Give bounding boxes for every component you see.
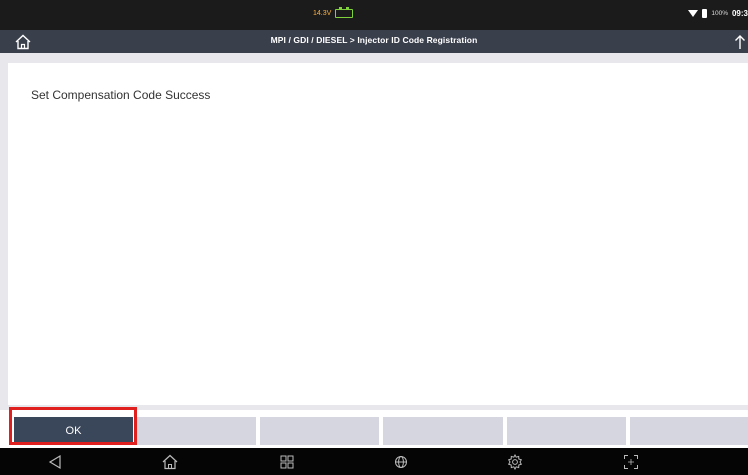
status-bar: 14.3V 100% 09:3 [0, 0, 748, 30]
function-button-bar: OK [0, 410, 748, 448]
message-panel: Set Compensation Code Success [8, 63, 748, 405]
system-status: 100% 09:3 [688, 9, 748, 18]
nav-back-button[interactable] [45, 452, 65, 472]
settings-icon [507, 454, 523, 470]
device-battery-icon [702, 9, 708, 18]
function-button-5[interactable] [507, 417, 626, 445]
clock: 09:3 [731, 9, 748, 18]
home-icon [162, 454, 178, 470]
recent-apps-icon [280, 455, 294, 469]
result-message: Set Compensation Code Success [31, 88, 211, 102]
diagnostic-screen: 14.3V 100% 09:3 MPI / GDI / DIESEL > Inj… [0, 0, 748, 475]
car-battery-icon [335, 7, 354, 18]
header-bar: MPI / GDI / DIESEL > Injector ID Code Re… [0, 30, 748, 53]
battery-percent: 100% [711, 10, 728, 17]
wifi-icon [688, 10, 699, 17]
function-button-6[interactable] [630, 417, 748, 445]
ok-button[interactable]: OK [14, 417, 133, 445]
nav-home-button[interactable] [160, 452, 180, 472]
function-button-4[interactable] [383, 417, 503, 445]
nav-browser-button[interactable] [391, 452, 411, 472]
nav-settings-button[interactable] [505, 452, 525, 472]
breadcrumb: MPI / GDI / DIESEL > Injector ID Code Re… [270, 35, 478, 45]
screenshot-icon [624, 455, 638, 469]
upload-button[interactable] [732, 32, 748, 51]
content-area: Set Compensation Code Success [0, 53, 748, 410]
voltage-indicator: 14.3V [313, 7, 354, 18]
voltage-value: 14.3V [313, 10, 332, 17]
upload-arrow-icon [735, 34, 745, 49]
globe-icon [395, 456, 407, 468]
function-button-2[interactable] [137, 417, 256, 445]
back-icon [48, 454, 61, 470]
nav-screenshot-button[interactable] [621, 452, 641, 472]
function-button-3[interactable] [260, 417, 379, 445]
nav-recent-apps-button[interactable] [277, 452, 297, 472]
navigation-bar [0, 448, 748, 475]
